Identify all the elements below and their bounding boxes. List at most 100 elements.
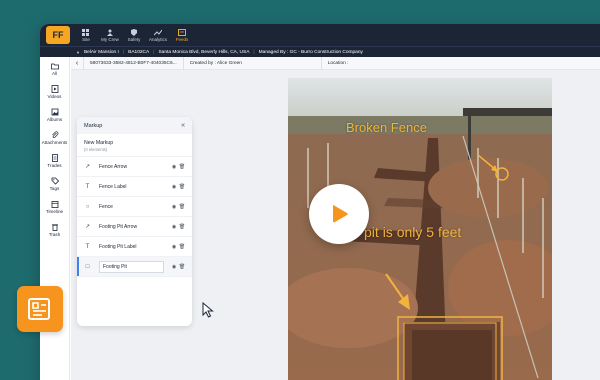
- eye-icon[interactable]: ◉: [170, 204, 178, 210]
- eye-icon[interactable]: ◉: [170, 244, 178, 250]
- new-markup-title: New Markup: [84, 140, 114, 146]
- nav-item-my-crew[interactable]: My Crew: [98, 24, 122, 46]
- project-address: Santa Monica Blvd, Beverly Hills, CA, US…: [158, 49, 250, 55]
- nav-item-analytics[interactable]: Analytics: [146, 24, 170, 46]
- created-by: Created by : Alice Green: [182, 57, 321, 69]
- calendar-icon: [51, 200, 58, 208]
- project-manager: Managed By : GC - Burro Construction Com…: [258, 49, 363, 55]
- eye-icon[interactable]: ◉: [170, 164, 178, 170]
- sidebar-item-label: Attachments: [41, 139, 68, 145]
- shield-icon: [131, 28, 137, 36]
- text-tool-icon: T: [85, 243, 90, 250]
- markup-panel: Markup « New Markup (0 elements) ↗ Fence…: [77, 117, 192, 326]
- trash-icon[interactable]: 🗑: [178, 244, 186, 250]
- trash-icon: [51, 223, 58, 231]
- markup-row-label: Footing Pit Arrow: [99, 223, 138, 230]
- markup-row-label: Fence Arrow: [99, 163, 128, 170]
- markup-row-label: Footing Pit Label: [99, 243, 137, 250]
- markup-row-footing-pit-label[interactable]: T Footing Pit Label ◉ 🗑: [77, 237, 192, 257]
- nav-item-label: Site: [82, 36, 90, 42]
- trash-icon[interactable]: 🗑: [178, 164, 186, 170]
- rectangle-tool-icon: □: [85, 263, 90, 270]
- sidebar-item-trash[interactable]: Trash: [40, 218, 69, 241]
- sidebar-item-label: Tags: [49, 185, 60, 191]
- markup-row-fence[interactable]: ○ Fence ◉ 🗑: [77, 197, 192, 217]
- arrow-tool-icon: ↗: [84, 164, 91, 170]
- play-button[interactable]: [309, 184, 369, 244]
- chevron-down-icon[interactable]: ▼: [76, 50, 80, 55]
- sidebar-item-timeline[interactable]: Timeline: [40, 195, 69, 218]
- eye-icon[interactable]: ◉: [170, 184, 178, 190]
- markup-panel-header: Markup «: [77, 117, 192, 134]
- nav-item-label: Safety: [127, 36, 141, 42]
- photo-markup-icon: [28, 298, 50, 320]
- sidebar-item-trades[interactable]: Trades: [40, 149, 69, 172]
- video-icon: [51, 84, 58, 93]
- sidebar-item-tags[interactable]: Tags: [40, 172, 69, 195]
- collapse-icon[interactable]: «: [181, 122, 185, 129]
- sidebar-item-label: All: [51, 70, 58, 76]
- project-code: BA102CA: [128, 49, 150, 55]
- new-markup-group[interactable]: New Markup (0 elements): [77, 134, 192, 157]
- trash-icon[interactable]: 🗑: [178, 204, 186, 210]
- nav-item-label: Analytics: [148, 36, 167, 42]
- location: Location :: [320, 57, 355, 69]
- trash-icon[interactable]: 🗑: [178, 184, 186, 190]
- divider: |: [122, 49, 125, 55]
- markup-row-fence-arrow[interactable]: ↗ Fence Arrow ◉ 🗑: [77, 157, 192, 177]
- logo-text: FF: [52, 30, 64, 40]
- eye-icon[interactable]: ◉: [170, 264, 178, 270]
- sidebar-item-label: Trash: [48, 231, 61, 237]
- feeds-icon: [178, 28, 186, 36]
- sidebar-item-label: Albums: [46, 116, 63, 122]
- eye-icon[interactable]: ◉: [170, 224, 178, 230]
- text-tool-icon: T: [85, 183, 90, 190]
- markup-name-input[interactable]: Footing Pit: [99, 260, 164, 273]
- album-icon: [51, 108, 58, 115]
- detail-header: ‹ 58073633-3582-4812-B0F7-404035C6... Cr…: [71, 57, 600, 70]
- divider: |: [253, 49, 255, 55]
- nav-item-feeds[interactable]: Feeds: [170, 24, 194, 46]
- markup-row-label: Fence: [99, 203, 113, 210]
- divider: |: [153, 49, 155, 55]
- markup-feature-icon: [17, 286, 63, 332]
- sidebar-item-videos[interactable]: Videos: [40, 80, 69, 103]
- nav-item-site[interactable]: Site: [74, 24, 98, 46]
- markup-panel-title: Markup: [84, 122, 103, 129]
- markup-row-fence-label[interactable]: T Fence Label ◉ 🗑: [77, 177, 192, 197]
- top-nav-bar: FF Site My Crew Safety Analytics Feeds: [40, 24, 600, 46]
- trash-icon[interactable]: 🗑: [178, 224, 186, 230]
- markup-row-label: Fence Label: [99, 183, 127, 190]
- sidebar-item-attachments[interactable]: Attachments: [40, 126, 69, 149]
- fence-label-annotation[interactable]: Broken Fence: [346, 120, 427, 135]
- arrow-tool-icon: ↗: [84, 224, 91, 230]
- markup-row-footing-pit-arrow[interactable]: ↗ Footing Pit Arrow ◉ 🗑: [77, 217, 192, 237]
- sidebar-item-label: Trades: [47, 162, 62, 168]
- project-name[interactable]: BelAir Mansion I: [84, 50, 119, 55]
- sidebar-item-all[interactable]: All: [40, 57, 69, 80]
- play-icon: [333, 205, 348, 223]
- project-bar: ▼ BelAir Mansion I | BA102CA | Santa Mon…: [40, 46, 600, 57]
- back-arrow-icon[interactable]: ‹: [71, 60, 83, 67]
- circle-tool-icon: ○: [85, 203, 90, 210]
- attachment-icon: [51, 130, 58, 138]
- app-window: FF Site My Crew Safety Analytics Feeds ▼…: [40, 24, 600, 380]
- mouse-cursor-icon: [202, 302, 214, 318]
- sidebar-item-label: Timeline: [45, 208, 64, 214]
- trash-icon[interactable]: 🗑: [178, 264, 186, 270]
- sidebar-item-albums[interactable]: Albums: [40, 103, 69, 126]
- grid-icon: [82, 28, 89, 36]
- chart-icon: [154, 29, 162, 35]
- nav-item-label: Feeds: [175, 36, 189, 42]
- markup-row-footing-pit[interactable]: □ Footing Pit ◉ 🗑: [77, 257, 192, 277]
- sidebar-item-label: Videos: [47, 93, 62, 99]
- app-logo[interactable]: FF: [46, 26, 70, 44]
- trades-icon: [51, 153, 58, 162]
- new-markup-count: (0 elements): [84, 147, 108, 152]
- tag-icon: [51, 177, 59, 185]
- media-id: 58073633-3582-4812-B0F7-404035C6...: [83, 57, 183, 69]
- folder-icon: [50, 63, 59, 69]
- nav-item-safety[interactable]: Safety: [122, 24, 146, 46]
- nav-item-label: My Crew: [101, 36, 119, 42]
- crew-icon: [107, 29, 113, 36]
